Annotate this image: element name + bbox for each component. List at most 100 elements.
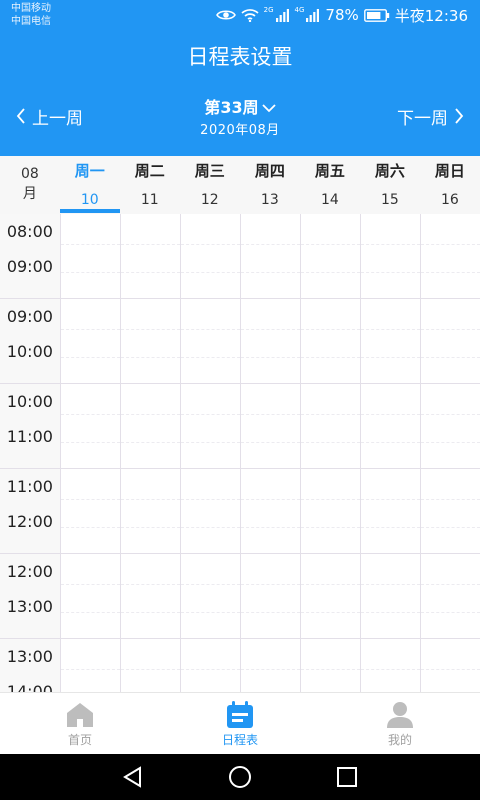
schedule-cell[interactable] (119, 384, 180, 468)
slot-end-time: 14:00 (6, 682, 53, 692)
schedule-cell[interactable] (299, 554, 360, 638)
schedule-cell[interactable] (299, 214, 360, 298)
schedule-cell[interactable] (239, 639, 300, 692)
schedule-cell[interactable] (59, 639, 120, 692)
page-title: 日程表设置 (187, 45, 293, 69)
user-icon (320, 700, 480, 730)
slot-end-time: 09:00 (6, 257, 53, 276)
slot-start-time: 08:00 (6, 222, 53, 241)
schedule-cell[interactable] (59, 299, 120, 383)
day-date: 10 (80, 192, 99, 208)
slot-start-time: 10:00 (6, 392, 53, 411)
schedule-cell[interactable] (239, 384, 300, 468)
time-slot-label: 13:00 14:00 (0, 639, 60, 692)
schedule-cell[interactable] (179, 299, 240, 383)
back-icon[interactable] (118, 762, 148, 792)
schedule-cell[interactable] (419, 299, 480, 383)
day-header-tue[interactable]: 周二 11 (120, 156, 180, 214)
status-bar: 中国移动 中国电信 2G 4G 78% 半夜12:36 (0, 0, 480, 32)
time-slot-label: 09:00 10:00 (0, 299, 60, 383)
schedule-cell[interactable] (359, 214, 420, 298)
tab-profile[interactable]: 我的 (320, 693, 480, 754)
slot-end-time: 11:00 (6, 427, 53, 446)
schedule-cell[interactable] (119, 214, 180, 298)
day-name: 周日 (434, 162, 465, 180)
day-date: 13 (260, 192, 279, 208)
schedule-cell[interactable] (359, 384, 420, 468)
day-header-sun[interactable]: 周日 16 (420, 156, 480, 214)
schedule-cell[interactable] (179, 639, 240, 692)
time-slot-row: 11:00 12:00 (0, 469, 480, 554)
schedule-cell[interactable] (179, 384, 240, 468)
bottom-tab-bar: 首页 日程表 我的 (0, 692, 480, 754)
system-navigation-bar (0, 754, 480, 800)
tab-schedule[interactable]: 日程表 (160, 693, 320, 754)
slot-end-time: 12:00 (6, 512, 53, 531)
day-header-sat[interactable]: 周六 15 (360, 156, 420, 214)
schedule-cell[interactable] (359, 299, 420, 383)
schedule-cell[interactable] (119, 639, 180, 692)
day-name: 周五 (314, 162, 345, 180)
time-slot-row: 09:00 10:00 (0, 299, 480, 384)
schedule-cell[interactable] (299, 639, 360, 692)
battery-icon (363, 8, 390, 22)
schedule-cell[interactable] (419, 639, 480, 692)
schedule-cell[interactable] (239, 299, 300, 383)
day-name: 周六 (374, 162, 405, 180)
schedule-cell[interactable] (419, 214, 480, 298)
schedule-cell[interactable] (179, 214, 240, 298)
chevron-down-icon (262, 97, 276, 119)
day-header-mon[interactable]: 周一 10 (59, 156, 120, 214)
schedule-cell[interactable] (179, 554, 240, 638)
schedule-cell[interactable] (239, 469, 300, 553)
schedule-cell[interactable] (59, 469, 120, 553)
schedule-cell[interactable] (359, 469, 420, 553)
day-header-wed[interactable]: 周三 12 (180, 156, 240, 214)
schedule-cell[interactable] (299, 384, 360, 468)
schedule-cell[interactable] (59, 384, 120, 468)
signal-1-icon (275, 8, 290, 22)
schedule-cell[interactable] (179, 469, 240, 553)
recents-icon[interactable] (332, 762, 362, 792)
timetable-grid[interactable]: 08:00 09:00 09:00 10:00 10:00 11:00 11:0… (0, 214, 480, 692)
day-name: 周一 (74, 162, 105, 180)
chevron-right-icon (454, 107, 464, 131)
time-slot-label: 10:00 11:00 (0, 384, 60, 468)
schedule-cell[interactable] (239, 554, 300, 638)
day-name: 周四 (254, 162, 285, 180)
tab-home[interactable]: 首页 (0, 693, 160, 754)
day-header-fri[interactable]: 周五 14 (300, 156, 360, 214)
time-slot-row: 10:00 11:00 (0, 384, 480, 469)
day-header-row: 08 月 周一 10 周二 11 周三 12 周四 13 周五 14 周六 15 (0, 156, 480, 214)
schedule-cell[interactable] (119, 299, 180, 383)
month-number: 08 (20, 166, 39, 182)
schedule-cell[interactable] (419, 554, 480, 638)
signal-2-icon (306, 8, 320, 22)
schedule-cell[interactable] (359, 639, 420, 692)
schedule-cell[interactable] (119, 554, 180, 638)
next-week-button[interactable]: 下一周 (397, 107, 464, 131)
schedule-cell[interactable] (59, 214, 120, 298)
schedule-cell[interactable] (299, 469, 360, 553)
week-dropdown[interactable]: 第33周 (204, 97, 276, 119)
wifi-icon (241, 8, 259, 22)
home-circle-icon[interactable] (225, 762, 255, 792)
schedule-cell[interactable] (419, 384, 480, 468)
schedule-cell[interactable] (299, 299, 360, 383)
schedule-cell[interactable] (239, 214, 300, 298)
month-unit: 月 (22, 186, 37, 202)
tab-profile-label: 我的 (387, 733, 412, 747)
slot-start-time: 11:00 (6, 477, 53, 496)
slot-end-time: 13:00 (6, 597, 53, 616)
status-icons: 2G 4G 78% 半夜12:36 (215, 5, 468, 25)
time-slot-label: 11:00 12:00 (0, 469, 60, 553)
schedule-cell[interactable] (419, 469, 480, 553)
home-icon (0, 700, 160, 730)
next-week-label: 下一周 (397, 109, 448, 129)
schedule-cell[interactable] (359, 554, 420, 638)
tab-home-label: 首页 (67, 733, 92, 747)
schedule-cell[interactable] (59, 554, 120, 638)
day-header-thu[interactable]: 周四 13 (240, 156, 300, 214)
schedule-cell[interactable] (119, 469, 180, 553)
day-date: 14 (320, 192, 339, 208)
